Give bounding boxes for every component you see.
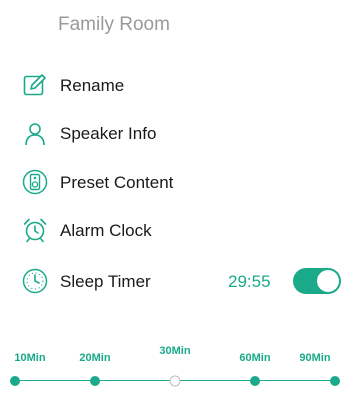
slider-thumb[interactable]: [169, 375, 181, 387]
slider-stop-20min[interactable]: [90, 376, 100, 386]
slider-label-90min[interactable]: 90Min: [299, 352, 330, 364]
slider-label-20min[interactable]: 20Min: [79, 352, 110, 364]
room-title: Family Room: [58, 14, 170, 35]
menu-label-sleep-timer: Sleep Timer: [60, 272, 151, 291]
edit-icon: [23, 74, 46, 96]
sleep-timer-remaining: 29:55: [228, 272, 271, 291]
menu-label-speaker-info: Speaker Info: [60, 124, 157, 143]
slider-stop-10min[interactable]: [10, 376, 20, 386]
menu-item-preset-content[interactable]: Preset Content: [0, 158, 350, 206]
menu-label-rename: Rename: [60, 76, 125, 95]
menu-label-alarm-clock: Alarm Clock: [60, 221, 152, 240]
alarm-clock-icon: [23, 218, 47, 243]
toggle-knob: [317, 270, 339, 292]
user-icon: [25, 123, 45, 146]
timer-icon: [22, 268, 48, 294]
sleep-timer-toggle[interactable]: [293, 268, 341, 294]
slider-label-10min[interactable]: 10Min: [14, 352, 45, 364]
menu-item-alarm-clock[interactable]: Alarm Clock: [0, 207, 350, 255]
menu-item-rename[interactable]: Rename: [0, 61, 350, 109]
slider-label-60min[interactable]: 60Min: [239, 352, 270, 364]
slider-label-30min[interactable]: 30Min: [159, 345, 190, 357]
menu-item-speaker-info[interactable]: Speaker Info: [0, 110, 350, 158]
menu-label-preset-content: Preset Content: [60, 173, 174, 192]
slider-stop-90min[interactable]: [330, 376, 340, 386]
speaker-icon: [22, 169, 48, 195]
slider-stop-60min[interactable]: [250, 376, 260, 386]
